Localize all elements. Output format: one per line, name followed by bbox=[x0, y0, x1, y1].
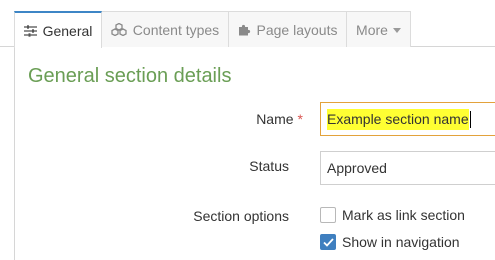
section-title: General section details bbox=[28, 65, 232, 87]
show-in-navigation-label: Show in navigation bbox=[342, 234, 460, 250]
sliders-icon bbox=[23, 24, 37, 37]
caret-down-icon bbox=[392, 28, 401, 33]
name-input-value: Example section name bbox=[327, 108, 469, 130]
mark-as-link-checkbox[interactable] bbox=[320, 207, 336, 223]
tab-content-types[interactable]: Content types bbox=[102, 11, 229, 47]
tab-page-layouts-label: Page layouts bbox=[256, 21, 338, 38]
puzzle-icon bbox=[238, 23, 251, 36]
required-marker: * bbox=[297, 111, 303, 127]
show-in-navigation-checkbox[interactable] bbox=[320, 234, 336, 250]
cubes-icon bbox=[111, 23, 127, 36]
section-options-label: Section options bbox=[193, 208, 289, 224]
status-field[interactable]: Approved bbox=[320, 151, 495, 185]
name-label: Name bbox=[256, 111, 294, 127]
name-label-wrap: Name * bbox=[256, 111, 303, 127]
status-value: Approved bbox=[327, 160, 387, 176]
status-label: Status bbox=[249, 158, 289, 174]
checkmark-icon bbox=[322, 237, 334, 247]
tab-more-label: More bbox=[356, 21, 388, 38]
tab-content-types-label: Content types bbox=[132, 21, 220, 38]
show-in-navigation-option[interactable]: Show in navigation bbox=[320, 234, 460, 250]
text-cursor bbox=[469, 110, 471, 128]
mark-as-link-option[interactable]: Mark as link section bbox=[320, 207, 465, 223]
general-panel: General section details Name * Example se… bbox=[14, 47, 495, 260]
mark-as-link-label: Mark as link section bbox=[342, 207, 465, 223]
name-input[interactable]: Example section name bbox=[320, 102, 495, 136]
tab-general-label: General bbox=[42, 22, 93, 39]
tab-page-layouts[interactable]: Page layouts bbox=[229, 11, 347, 47]
tab-more[interactable]: More bbox=[347, 11, 411, 47]
tab-bar: General Content types Page layouts More bbox=[0, 0, 495, 48]
tab-general[interactable]: General bbox=[14, 11, 102, 48]
